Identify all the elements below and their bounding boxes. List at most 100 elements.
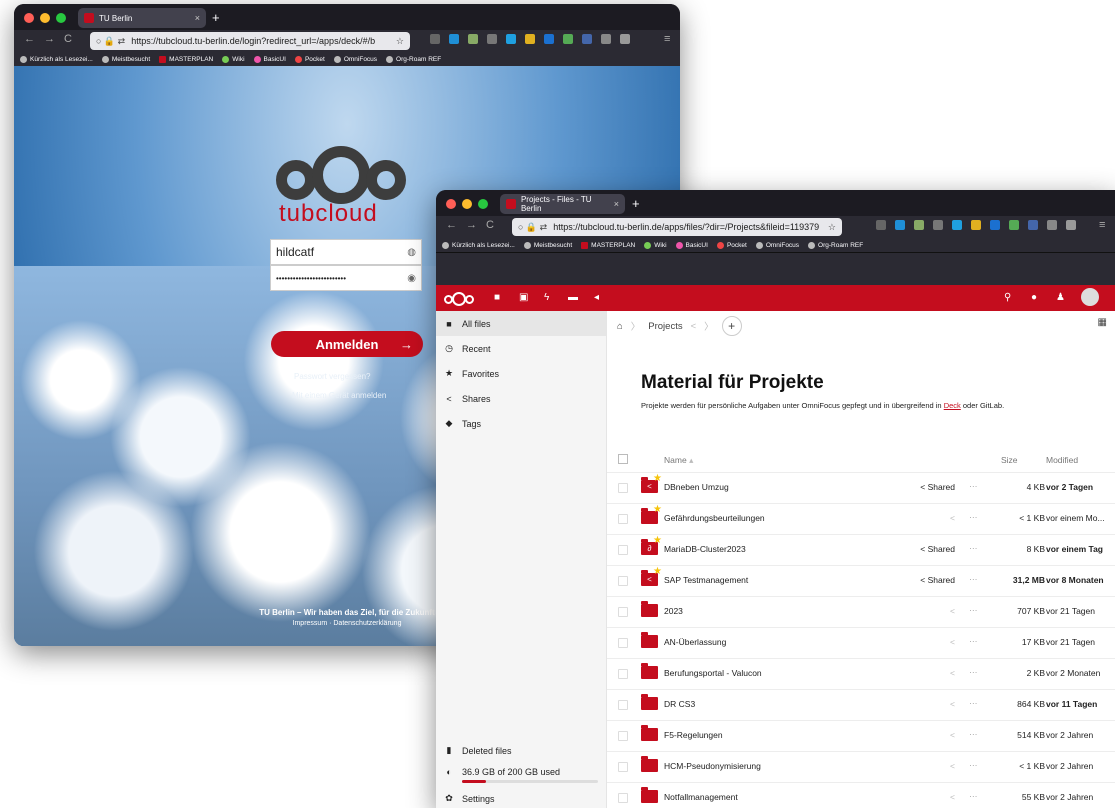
share-button[interactable]: < Shared (907, 544, 955, 554)
bookmark-item[interactable]: Kürzlich als Lesezei... (442, 241, 515, 249)
forgot-password-link[interactable]: Passwort vergessen? (294, 372, 370, 381)
table-row[interactable]: ∂ ★ MariaDB-Cluster2023 < Shared ··· 8 KB vor … (607, 535, 1115, 566)
new-file-button[interactable]: + (721, 316, 742, 336)
file-name[interactable]: 2023 (664, 606, 683, 616)
bookmark-item[interactable]: Meistbesucht (523, 241, 572, 249)
file-name[interactable]: AN-Überlassung (664, 637, 726, 647)
bookmark-item[interactable]: Pocket (716, 241, 747, 249)
row-checkbox[interactable] (618, 762, 628, 772)
extension-icons[interactable] (876, 220, 1076, 230)
deck-app-icon[interactable]: ▬ (568, 292, 578, 303)
table-row[interactable]: AN-Überlassung < ··· 17 KB vor 21 Tagen (607, 628, 1115, 659)
contacts-icon[interactable]: ♟ (1056, 292, 1065, 303)
device-login-link[interactable]: Mit einem Gerät anmelden (292, 391, 386, 400)
notifications-icon[interactable]: ● (1031, 292, 1037, 303)
browser-tab[interactable]: TU Berlin × (78, 8, 206, 28)
file-name[interactable]: DR CS3 (664, 699, 695, 709)
more-actions-icon[interactable]: ··· (969, 698, 978, 708)
more-actions-icon[interactable]: ··· (969, 636, 978, 646)
file-name[interactable]: F5-Regelungen (664, 730, 723, 740)
more-actions-icon[interactable]: ··· (969, 574, 978, 584)
extension-icons[interactable] (430, 34, 630, 44)
login-button[interactable]: Anmelden → (271, 331, 423, 357)
forward-icon[interactable]: → (44, 33, 55, 45)
bookmark-item[interactable]: Pocket (294, 55, 325, 63)
more-actions-icon[interactable]: ··· (969, 667, 978, 677)
share-button[interactable]: < (907, 668, 955, 678)
file-name[interactable]: DBneben Umzug (664, 482, 729, 492)
bookmark-item[interactable]: Wiki (644, 241, 667, 249)
more-actions-icon[interactable]: ··· (969, 543, 978, 553)
nextcloud-logo-icon[interactable] (444, 292, 476, 306)
share-button[interactable]: < (907, 637, 955, 647)
close-tab-icon[interactable]: × (195, 13, 200, 23)
more-actions-icon[interactable]: ··· (969, 729, 978, 739)
table-row[interactable]: Notfallmanagement < ··· 55 KB vor 2 Jahren (607, 783, 1115, 808)
table-row[interactable]: F5-Regelungen < ··· 514 KB vor 2 Jahren (607, 721, 1115, 752)
select-all-checkbox[interactable] (618, 454, 628, 464)
sidebar-item-shares[interactable]: < Shares (436, 386, 606, 411)
avatar[interactable] (1081, 288, 1099, 306)
more-actions-icon[interactable]: ··· (969, 512, 978, 522)
home-icon[interactable]: ⌂ (617, 321, 623, 332)
files-app-icon[interactable]: ■ (494, 292, 500, 303)
bookmark-item[interactable]: Wiki (222, 55, 245, 63)
sidebar-item-all-files[interactable]: ■ All files (436, 311, 606, 336)
sidebar-item-recent[interactable]: ◷ Recent (436, 336, 606, 361)
sidebar-item-favorites[interactable]: ★ Favorites (436, 361, 606, 386)
show-password-icon[interactable]: ◉ (407, 273, 416, 284)
new-tab-icon[interactable]: + (632, 196, 640, 211)
bookmark-item[interactable]: Org-Roam REF (808, 241, 863, 249)
file-name[interactable]: Berufungsportal - Valucon (664, 668, 762, 678)
share-button[interactable]: < (907, 792, 955, 802)
share-button[interactable]: < Shared (907, 575, 955, 585)
share-button[interactable]: < (907, 699, 955, 709)
file-name[interactable]: Gefährdungsbeurteilungen (664, 513, 765, 523)
address-bar[interactable]: ○ 🔒 ⇄ https://tubcloud.tu-berlin.de/apps… (512, 218, 842, 236)
row-checkbox[interactable] (618, 545, 628, 555)
row-checkbox[interactable] (618, 514, 628, 524)
password-manager-icon[interactable]: ◍ (407, 247, 416, 258)
grid-view-icon[interactable]: ▦ (1098, 317, 1107, 328)
deck-link[interactable]: Deck (944, 401, 961, 410)
reload-icon[interactable]: C (64, 33, 72, 45)
close-tab-icon[interactable]: × (614, 199, 619, 209)
column-header-size[interactable]: Size (1001, 455, 1018, 465)
table-row[interactable]: Berufungsportal - Valucon < ··· 2 KB vor 2 … (607, 659, 1115, 690)
file-name[interactable]: MariaDB-Cluster2023 (664, 544, 746, 554)
table-row[interactable]: DR CS3 < ··· 864 KB vor 11 Tagen (607, 690, 1115, 721)
menu-icon[interactable]: ≡ (664, 33, 670, 45)
more-actions-icon[interactable]: ··· (969, 791, 978, 801)
bookmark-item[interactable]: Kürzlich als Lesezei... (20, 55, 93, 63)
back-icon[interactable]: ← (24, 33, 35, 45)
table-row[interactable]: ★ Gefährdungsbeurteilungen < ··· < 1 KB vor … (607, 504, 1115, 535)
sidebar-item-tags[interactable]: ◆ Tags (436, 411, 606, 436)
share-button[interactable]: < (907, 761, 955, 771)
table-row[interactable]: 2023 < ··· 707 KB vor 21 Tagen (607, 597, 1115, 628)
share-icon[interactable]: < (691, 321, 697, 332)
bookmark-item[interactable]: MASTERPLAN (159, 55, 213, 63)
photos-app-icon[interactable]: ▣ (519, 292, 528, 303)
activity-app-icon[interactable]: ϟ (544, 292, 549, 303)
bookmark-item[interactable]: Org-Roam REF (386, 55, 441, 63)
breadcrumb-projects[interactable]: Projects (648, 321, 682, 332)
table-row[interactable]: < ★ SAP Testmanagement < Shared ··· 31,2 MB vo… (607, 566, 1115, 597)
share-button[interactable]: < Shared (907, 482, 955, 492)
window-controls[interactable] (446, 199, 488, 209)
reload-icon[interactable]: C (486, 219, 494, 231)
menu-icon[interactable]: ≡ (1099, 219, 1105, 231)
column-header-name[interactable]: Name ▴ (664, 455, 693, 466)
row-checkbox[interactable] (618, 793, 628, 803)
share-button[interactable]: < (907, 606, 955, 616)
bookmark-item[interactable]: OmniFocus (333, 55, 377, 63)
bookmark-star-icon[interactable]: ☆ (396, 36, 404, 47)
window-controls[interactable] (24, 13, 66, 23)
bookmark-item[interactable]: MASTERPLAN (581, 241, 635, 249)
column-header-modified[interactable]: Modified (1046, 455, 1078, 465)
row-checkbox[interactable] (618, 607, 628, 617)
announcements-icon[interactable]: ◂ (594, 292, 599, 303)
table-row[interactable]: HCM-Pseudonymisierung < ··· < 1 KB vor 2 Ja… (607, 752, 1115, 783)
username-field[interactable]: hildcatf ◍ (270, 239, 422, 265)
row-checkbox[interactable] (618, 483, 628, 493)
bookmark-item[interactable]: BasicUI (253, 55, 286, 63)
